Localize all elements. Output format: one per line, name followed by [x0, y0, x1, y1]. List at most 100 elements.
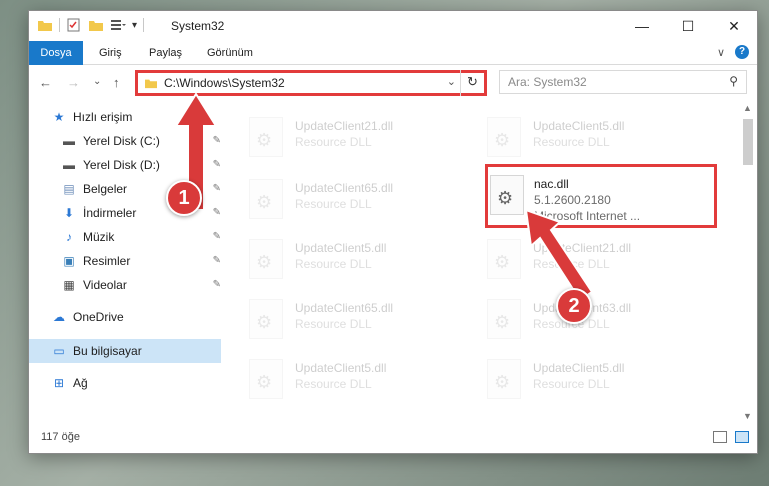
new-folder-icon[interactable] [88, 18, 104, 32]
annotation-badge-2: 2 [556, 288, 592, 324]
search-icon[interactable]: ⚲ [729, 74, 738, 88]
file-item[interactable]: ⚙ UpdateClient5.dll Resource DLL [463, 109, 693, 161]
dll-file-icon: ⚙ [490, 175, 524, 215]
gear-icon: ⚙ [256, 372, 273, 392]
details-view-icon[interactable] [713, 431, 727, 443]
file-name: UpdateClient5.dll [533, 361, 625, 375]
pin-icon[interactable]: ✎ [213, 255, 221, 266]
title-bar: ▾ System32 — ☐ ✕ [29, 11, 757, 41]
cloud-icon: ☁ [53, 310, 65, 324]
dll-file-icon: ⚙ [487, 359, 521, 399]
minimize-button[interactable]: — [619, 11, 665, 41]
file-item[interactable]: ⚙ UpdateClient65.dll Resource DLL [225, 291, 455, 343]
sidebar-item-network[interactable]: ⊞ Ağ [29, 371, 221, 395]
sidebar-item-pictures[interactable]: ▣ Resimler ✎ [29, 249, 221, 273]
sidebar-item-label: Resimler [83, 254, 131, 268]
customize-icon[interactable] [110, 18, 126, 32]
tab-share[interactable]: Paylaş [137, 41, 194, 65]
file-explorer-window: ▾ System32 — ☐ ✕ Dosya Giriş Paylaş Görü… [28, 10, 758, 454]
gear-icon: ⚙ [494, 372, 511, 392]
file-version: 5.1.2600.2180 [534, 193, 611, 207]
gear-icon: ⚙ [497, 188, 514, 208]
sidebar-item-label: Hızlı erişim [73, 110, 133, 124]
up-button[interactable]: ↑ [113, 75, 120, 90]
refresh-button[interactable]: ↻ [460, 70, 484, 96]
forward-button[interactable]: → [67, 75, 80, 90]
music-icon: ♪ [66, 230, 72, 244]
dll-file-icon: ⚙ [249, 239, 283, 279]
properties-icon[interactable] [66, 18, 82, 32]
videos-icon: ▦ [63, 278, 75, 292]
file-type: Resource DLL [533, 377, 610, 391]
dll-file-icon: ⚙ [249, 179, 283, 219]
drive-icon: ▬ [63, 134, 75, 148]
annotation-badge-1: 1 [166, 180, 202, 216]
dll-file-icon: ⚙ [487, 239, 521, 279]
close-button[interactable]: ✕ [711, 11, 757, 41]
file-type: Resource DLL [295, 257, 372, 271]
scroll-up-icon[interactable]: ▲ [743, 103, 752, 113]
chevron-down-icon[interactable]: ▾ [132, 20, 137, 31]
ribbon-tabs: Dosya Giriş Paylaş Görünüm ∨ ? [29, 41, 757, 65]
dll-file-icon: ⚙ [249, 299, 283, 339]
maximize-button[interactable]: ☐ [665, 11, 711, 41]
window-title: System32 [171, 19, 225, 33]
dll-file-icon: ⚙ [249, 117, 283, 157]
file-name: UpdateClient5.dll [533, 119, 625, 133]
network-icon: ⊞ [53, 376, 65, 390]
drive-icon: ▬ [63, 158, 75, 172]
address-dropdown-icon[interactable]: ⌄ [447, 75, 456, 88]
sidebar-item-label: Yerel Disk (C:) [83, 134, 160, 148]
address-path[interactable]: C:\Windows\System32 [164, 76, 285, 90]
pin-icon[interactable]: ✎ [213, 279, 221, 290]
sidebar-item-music[interactable]: ♪ Müzik ✎ [29, 225, 221, 249]
star-icon: ★ [53, 110, 65, 124]
file-item[interactable]: ⚙ UpdateClient65.dll Resource DLL [225, 171, 455, 223]
item-count: 117 öğe [41, 431, 80, 443]
view-toggle [713, 431, 749, 443]
sidebar-item-this-pc[interactable]: ▭ Bu bilgisayar [29, 339, 221, 363]
file-name: nac.dll [534, 177, 569, 191]
computer-icon: ▭ [53, 344, 65, 358]
sidebar-item-label: Müzik [83, 230, 115, 244]
file-item[interactable]: ⚙ UpdateClient5.dll Resource DLL [225, 351, 455, 403]
sidebar-item-label: Ağ [73, 376, 88, 390]
gear-icon: ⚙ [256, 192, 273, 212]
sidebar-item-videos[interactable]: ▦ Videolar ✎ [29, 273, 221, 297]
back-button[interactable]: ← [39, 75, 52, 90]
tab-file[interactable]: Dosya [29, 41, 83, 65]
scroll-down-icon[interactable]: ▼ [743, 411, 752, 421]
pictures-icon: ▣ [63, 254, 75, 268]
gear-icon: ⚙ [256, 312, 273, 332]
search-input[interactable]: Ara: System32 ⚲ [499, 70, 747, 94]
dll-file-icon: ⚙ [487, 299, 521, 339]
recent-locations-button[interactable]: ⌄ [93, 76, 101, 87]
documents-icon: ▤ [63, 182, 75, 196]
sidebar-item-label: İndirmeler [83, 206, 137, 220]
downloads-icon: ⬇ [63, 206, 75, 220]
file-name: UpdateClient65.dll [295, 301, 394, 315]
file-item[interactable]: ⚙ UpdateClient5.dll Resource DLL [463, 351, 693, 403]
expand-ribbon-icon[interactable]: ∨ [717, 46, 725, 59]
gear-icon: ⚙ [256, 252, 273, 272]
sidebar-item-label: OneDrive [73, 310, 124, 324]
folder-icon[interactable] [37, 18, 53, 32]
divider [59, 18, 60, 32]
pin-icon[interactable]: ✎ [213, 231, 221, 242]
file-name: UpdateClient21.dll [295, 119, 394, 133]
tab-home[interactable]: Giriş [87, 41, 134, 65]
file-item[interactable]: ⚙ UpdateClient21.dll Resource DLL [225, 109, 455, 161]
file-name: UpdateClient5.dll [295, 241, 387, 255]
vertical-scrollbar[interactable]: ▲ ▼ [739, 99, 757, 423]
divider [143, 18, 145, 32]
file-name: UpdateClient5.dll [295, 361, 387, 375]
file-type: Resource DLL [295, 197, 372, 211]
file-item[interactable]: ⚙ UpdateClient5.dll Resource DLL [225, 231, 455, 283]
help-icon[interactable]: ? [735, 45, 749, 59]
tab-view[interactable]: Görünüm [195, 41, 265, 65]
sidebar-item-label: Bu bilgisayar [73, 344, 142, 358]
sidebar-item-onedrive[interactable]: ☁ OneDrive [29, 305, 221, 329]
tiles-view-icon[interactable] [735, 431, 749, 443]
sidebar-item-label: Videolar [83, 278, 127, 292]
scrollbar-thumb[interactable] [743, 119, 753, 165]
